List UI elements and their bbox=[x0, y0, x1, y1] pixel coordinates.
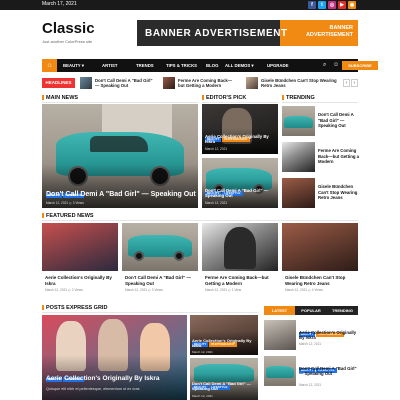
banner-text: BANNER ADVERTISEMENT bbox=[145, 28, 288, 39]
posts-grid-small-title[interactable]: Aerie Collection's Originally By Iskra bbox=[192, 338, 256, 349]
section-title-editors-pick: EDITOR'S PICK bbox=[202, 95, 246, 101]
nav-item-upgrade[interactable]: UPGRADE bbox=[267, 63, 289, 68]
featured-card-image[interactable] bbox=[202, 223, 278, 271]
section-title-main-news: MAIN NEWS bbox=[42, 95, 78, 101]
headline-item[interactable]: Ferme Are Coming Back—but Getting a Mode… bbox=[178, 78, 236, 88]
editors-pick-card[interactable]: BEAUTY LIFESTYLE Don't Call Demi A "Bad G… bbox=[202, 158, 278, 208]
car-shape bbox=[266, 366, 294, 378]
featured-card-image[interactable] bbox=[122, 223, 198, 271]
posts-grid-small-meta: March 12, 2021 bbox=[192, 350, 213, 354]
person-shape bbox=[224, 227, 256, 269]
featured-title[interactable]: Aerie Collection's Originally By Iskra bbox=[45, 275, 117, 286]
main-navigation: ⌂ BEAUTY ▾ ARTIST TRENDS TIPS & TRICKS B… bbox=[42, 59, 378, 72]
subscribe-button[interactable]: SUBSCRIBE bbox=[342, 61, 378, 70]
search-icon[interactable]: ⌕ bbox=[323, 62, 326, 69]
top-bar: March 17, 2021 f t ◎ ▶ ◉ bbox=[0, 0, 400, 10]
sidebar-tabs: LATEST POPULAR TRENDING bbox=[264, 306, 358, 315]
twitter-icon[interactable]: t bbox=[318, 1, 326, 9]
nav-item-artist[interactable]: ARTIST bbox=[102, 63, 118, 68]
sidebar-post-meta: March 12, 2021 bbox=[299, 383, 322, 387]
posts-grid-main-excerpt: Quisque elit nibh et pellentesque, eleme… bbox=[46, 387, 140, 391]
section-divider bbox=[282, 102, 358, 103]
editors-pick-title[interactable]: Aerie Collection's Originally By Iskra bbox=[205, 134, 275, 144]
main-news-meta: March 12, 2021 ◎ 3 Views bbox=[46, 201, 84, 205]
section-title-featured-news: FEATURED NEWS bbox=[42, 213, 94, 219]
featured-title[interactable]: Ferme Are Coming Back—but Getting a Mode… bbox=[205, 275, 277, 286]
site-tagline: Just another ColorPress site bbox=[42, 39, 93, 44]
posts-grid-small-title[interactable]: Don't Call Demi A "Bad Girl" — Speaking … bbox=[192, 381, 256, 392]
youtube-icon[interactable]: ▶ bbox=[338, 1, 346, 9]
nav-item-all-demos[interactable]: ALL DEMOS ▾ bbox=[225, 63, 254, 69]
car-wheel bbox=[134, 251, 144, 261]
posts-grid-main-title[interactable]: Aerie Collection's Originally By Iskra bbox=[46, 375, 186, 382]
featured-meta: March 12, 2021 ◎ 2 Views bbox=[45, 288, 83, 292]
headline-thumbnail[interactable] bbox=[163, 77, 175, 89]
headline-thumbnail[interactable] bbox=[80, 77, 92, 89]
headline-thumbnail[interactable] bbox=[246, 77, 258, 89]
featured-card-image[interactable] bbox=[42, 223, 118, 271]
featured-meta: March 12, 2021 ◎ 3 Views bbox=[125, 288, 163, 292]
facebook-icon[interactable]: f bbox=[308, 1, 316, 9]
posts-grid-small-meta: March 12, 2021 bbox=[192, 394, 213, 398]
editors-pick-title[interactable]: Don't Call Demi A "Bad Girl" — Speaking … bbox=[205, 188, 275, 198]
sidebar-post-meta: March 12, 2021 bbox=[299, 342, 322, 346]
car-shape bbox=[284, 116, 313, 128]
section-divider bbox=[42, 102, 198, 103]
trending-title[interactable]: Gisele Bündchen Can't Stop Wearing Retro… bbox=[318, 184, 360, 201]
nav-item-beauty[interactable]: BEAUTY ▾ bbox=[63, 63, 84, 69]
tab-latest-label: LATEST bbox=[271, 308, 288, 313]
nav-item-tips-tricks[interactable]: TIPS & TRICKS bbox=[166, 63, 197, 68]
banner-side-text: BANNER ADVERTISEMENT bbox=[305, 25, 353, 38]
featured-card-image[interactable] bbox=[282, 223, 358, 271]
trending-title[interactable]: Ferme Are Coming Back—but Getting a Mode… bbox=[318, 148, 360, 165]
rss-icon[interactable]: ◉ bbox=[348, 1, 356, 9]
tab-latest[interactable]: LATEST bbox=[264, 306, 295, 315]
tab-trending-label: TRENDING bbox=[332, 308, 353, 313]
sidebar-thumbnail[interactable] bbox=[264, 356, 296, 386]
trending-thumbnail[interactable] bbox=[282, 106, 315, 136]
section-title-posts-grid: POSTS EXPRESS GRID bbox=[42, 305, 107, 311]
tab-popular[interactable]: POPULAR bbox=[295, 306, 327, 315]
featured-title[interactable]: Gisele Bündchen Can't Stop Wearing Retro… bbox=[285, 275, 357, 286]
section-divider bbox=[42, 220, 358, 221]
editors-pick-meta: March 12, 2021 bbox=[205, 147, 228, 151]
trending-title[interactable]: Don't Call Demi A "Bad Girl" — Speaking … bbox=[318, 112, 360, 129]
instagram-icon[interactable]: ◎ bbox=[328, 1, 336, 9]
sidebar-post-title[interactable]: Aerie Collection's Originally By Iskra bbox=[299, 330, 359, 340]
posts-grid-main-card[interactable]: BEAUTY LIFESTYLE Aerie Collection's Origi… bbox=[42, 315, 187, 400]
posts-grid-small-card[interactable]: BEAUTY PHOTOGRAPHY Aerie Collection's Ori… bbox=[190, 315, 258, 355]
banner-advertisement[interactable]: BANNER ADVERTISEMENT BANNER ADVERTISEMEN… bbox=[137, 20, 358, 46]
home-icon[interactable]: ⌂ bbox=[42, 59, 57, 72]
featured-meta: March 12, 2021 ◎ 1 View bbox=[205, 288, 242, 292]
headlines-prev-button[interactable]: ‹ bbox=[343, 79, 350, 87]
sidebar-thumbnail[interactable] bbox=[264, 320, 296, 350]
trending-thumbnail[interactable] bbox=[282, 178, 315, 208]
section-divider bbox=[42, 312, 258, 313]
current-date: March 17, 2021 bbox=[42, 1, 77, 7]
main-news-card[interactable]: BEAUTY LIFESTYLE Don't Call Demi A "Bad G… bbox=[42, 104, 198, 208]
featured-meta: March 12, 2021 ◎ 4 Views bbox=[285, 288, 323, 292]
headlines-label: HEADLINES bbox=[42, 78, 75, 88]
trending-thumbnail[interactable] bbox=[282, 142, 315, 172]
tab-popular-label: POPULAR bbox=[301, 308, 321, 313]
car-window bbox=[90, 136, 148, 152]
nav-item-trends[interactable]: TRENDS bbox=[136, 63, 154, 68]
headline-item[interactable]: Gisele Bündchen Can't Stop Wearing Retro… bbox=[261, 78, 341, 88]
tab-trending[interactable]: TRENDING bbox=[327, 306, 358, 315]
headlines-next-button[interactable]: › bbox=[351, 79, 358, 87]
posts-grid-small-card[interactable]: BEAUTY LIFESTYLE Don't Call Demi A "Bad G… bbox=[190, 358, 258, 400]
main-news-title[interactable]: Don't Call Demi A "Bad Girl" — Speaking … bbox=[46, 191, 196, 198]
user-icon[interactable]: ☺ bbox=[333, 62, 339, 68]
section-divider bbox=[202, 102, 278, 103]
sidebar-post-title[interactable]: Don't Call Demi A "Bad Girl" — Speaking … bbox=[299, 366, 359, 376]
editors-pick-meta: March 12, 2021 bbox=[205, 201, 228, 205]
editors-pick-card[interactable]: BEAUTY PHOTOGRAPHY Aerie Collection's Ori… bbox=[202, 104, 278, 154]
featured-title[interactable]: Don't Call Demi A "Bad Girl" — Speaking … bbox=[125, 275, 197, 286]
car-wheel bbox=[174, 251, 184, 261]
section-title-trending: TRENDING bbox=[282, 95, 315, 101]
nav-item-blog[interactable]: BLOG bbox=[206, 63, 218, 68]
site-logo[interactable]: Classic bbox=[42, 20, 95, 37]
headline-item[interactable]: Don't Call Demi A "Bad Girl" — Speaking … bbox=[95, 78, 153, 88]
